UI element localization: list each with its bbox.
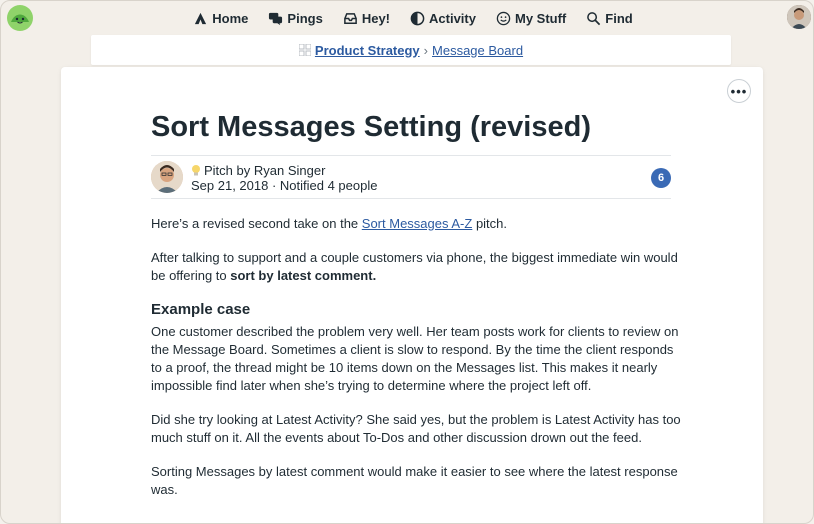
paragraph-5: Sorting Messages by latest comment would… [151, 464, 678, 497]
byline-category: Pitch by Ryan Singer [191, 163, 325, 178]
message-card: ••• Sort Messages Setting (revised) Pitc… [61, 67, 763, 523]
nav-pings-label: Pings [287, 10, 323, 26]
breadcrumb: Product Strategy › Message Board [91, 35, 731, 65]
user-avatar[interactable] [787, 5, 811, 29]
breadcrumb-project-link[interactable]: Product Strategy [315, 43, 420, 58]
project-grid-icon [298, 44, 311, 56]
paragraph-3: One customer described the problem very … [151, 324, 679, 393]
app-window: Home Pings Hey! Activity My Stuff Find P… [0, 0, 814, 524]
nav-items: Home Pings Hey! Activity My Stuff Find [1, 1, 813, 35]
paragraph-2: After talking to support and a couple cu… [151, 249, 681, 285]
top-nav: Home Pings Hey! Activity My Stuff Find [1, 1, 813, 35]
smiley-icon [496, 11, 511, 25]
breadcrumb-section-link[interactable]: Message Board [432, 43, 523, 58]
home-icon [195, 12, 207, 24]
section-heading: Example case [151, 301, 251, 318]
nav-mystuff-label: My Stuff [514, 10, 567, 26]
user-avatar-image [787, 5, 811, 29]
nav-activity[interactable]: Activity [410, 11, 476, 26]
byline-meta: Sep 21, 2018 · Notified 4 people [191, 178, 378, 193]
nav-pings[interactable]: Pings [268, 10, 323, 26]
intro-text: Here’s a revised second take on the [151, 216, 362, 231]
more-options-button[interactable]: ••• [727, 79, 751, 103]
activity-icon [410, 11, 425, 25]
lightbulb-icon [192, 165, 200, 176]
nav-hey-label: Hey! [361, 10, 391, 26]
intro-text-end: pitch. [472, 216, 508, 231]
ellipsis-icon: ••• [730, 83, 748, 99]
message-body: Here’s a revised second take on the Sort… [151, 215, 681, 515]
nav-find[interactable]: Find [586, 10, 633, 26]
paragraph-4: Did she try looking at Latest Activity? … [151, 412, 681, 445]
hey-inbox-icon [343, 12, 357, 24]
p2-strong: sort by latest comment. [230, 268, 377, 283]
byline-author: Pitch by Ryan Singer [204, 163, 326, 178]
author-avatar[interactable] [151, 161, 183, 193]
author-avatar-image [151, 161, 183, 193]
nav-home[interactable]: Home [193, 11, 248, 26]
pings-icon [269, 12, 283, 25]
search-icon [587, 11, 601, 25]
nav-find-label: Find [605, 10, 633, 26]
message-title: Sort Messages Setting (revised) [151, 111, 591, 143]
paragraph-intro: Here’s a revised second take on the Sort… [151, 215, 681, 233]
breadcrumb-separator: › [423, 42, 429, 58]
comment-count-badge[interactable]: 6 [651, 168, 671, 188]
nav-hey[interactable]: Hey! [343, 11, 390, 26]
message-byline: Pitch by Ryan Singer Sep 21, 2018 · Noti… [151, 155, 671, 199]
sort-messages-link[interactable]: Sort Messages A-Z [362, 216, 473, 231]
nav-home-label: Home [212, 10, 249, 26]
nav-mystuff[interactable]: My Stuff [496, 11, 566, 26]
nav-activity-label: Activity [429, 10, 476, 26]
